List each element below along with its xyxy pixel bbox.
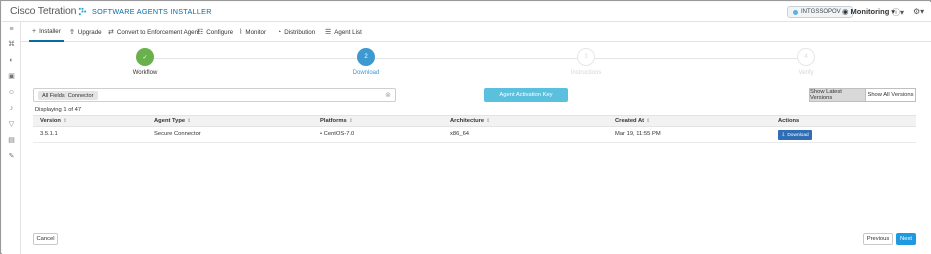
dashboard-icon[interactable]: ≡ (7, 25, 16, 34)
tab-label: Distribution (284, 28, 316, 36)
step-instructions-marker: 3 (577, 48, 595, 66)
tetration-logo-icon (79, 7, 87, 15)
tab-distribution[interactable]: ◔ Distribution (274, 22, 318, 42)
tab-upgrade[interactable]: ⇮ Upgrade (66, 22, 105, 42)
step-verify-label: Verify (798, 70, 814, 76)
filter-chip-field: All Fields (42, 92, 65, 99)
user-icon[interactable]: ☺ (7, 88, 16, 97)
table-header: Version ⇕ Agent Type ⇕ Platforms ⇕ Architec… (33, 115, 916, 127)
scope-status-icon (793, 9, 798, 15)
cell-agent-type: Secure Connector (154, 131, 201, 137)
step-number: 3 (584, 54, 588, 60)
tab-monitor[interactable]: ⌇ Monitor (236, 22, 269, 42)
filter-icon[interactable]: ▽ (7, 120, 16, 129)
cell-architecture: x86_64 (450, 131, 470, 137)
tab-label: Convert to Enforcement Agent (116, 28, 200, 36)
show-latest-versions-button[interactable]: Show Latest Versions (809, 88, 866, 102)
cell-platform: • CentOS-7.0 (320, 131, 355, 137)
pie-icon: ◔ (277, 28, 282, 36)
tab-configure[interactable]: ☷ Configure (194, 22, 236, 42)
column-header-agent-type[interactable]: Agent Type ⇕ (154, 118, 191, 124)
sort-icon: ⇕ (62, 118, 68, 124)
left-sidebar: ≡ ⌘ ◐ ▣ ☺ ♪ ▽ ▤ ✎ (2, 22, 21, 254)
show-all-versions-button[interactable]: Show All Versions (866, 88, 916, 102)
agent-activation-key-button[interactable]: Agent Activation Key (484, 88, 568, 102)
gear-icon[interactable]: ⚙▾ (913, 7, 924, 16)
wizard-progress-line (154, 58, 806, 59)
bell-icon[interactable]: ♪ (7, 104, 16, 113)
flow-icon[interactable]: ▣ (7, 72, 16, 81)
page-title: SOFTWARE AGENTS INSTALLER (92, 7, 212, 16)
tab-installer[interactable]: + Installer (29, 22, 64, 42)
sliders-icon: ☷ (197, 29, 204, 36)
installer-content: ✓ Workflow 2 Download 3 Instructions 4 V… (21, 42, 931, 254)
filter-chip[interactable]: All Fields Connector (38, 91, 98, 100)
installer-tabs: + Installer ⇮ Upgrade ⇄ Convert to Enfor… (21, 22, 931, 42)
sort-icon: ⇕ (348, 118, 353, 124)
sort-icon: ⇕ (187, 118, 192, 124)
pulse-icon: ⌇ (239, 29, 243, 36)
monitoring-menu[interactable]: ◉ Monitoring ▾ (842, 7, 895, 16)
step-number: 2 (364, 54, 368, 60)
sort-icon: ⇕ (486, 118, 491, 124)
logo-text: Cisco Tetration (10, 5, 77, 17)
step-workflow-marker[interactable]: ✓ (136, 48, 154, 66)
tab-label: Installer (39, 27, 61, 35)
download-button[interactable]: ⇩ Download (778, 130, 812, 140)
column-header-architecture[interactable]: Architecture ⇕ (450, 118, 490, 124)
tab-label: Agent List (334, 28, 362, 36)
column-header-version[interactable]: Version ⇕ (40, 118, 67, 124)
display-count: Displaying 1 of 47 (35, 107, 82, 113)
scope-label: INTGSSOPOV (801, 9, 841, 15)
wrench-icon[interactable]: ✎ (7, 152, 16, 161)
tab-label: Configure (206, 28, 234, 36)
tab-label: Upgrade (77, 28, 102, 36)
filter-chip-value: Connector (67, 92, 94, 99)
cisco-tetration-logo[interactable]: Cisco Tetration (10, 5, 87, 17)
filter-input[interactable]: All Fields Connector ⊗ (33, 88, 396, 102)
upgrade-icon: ⇮ (69, 29, 75, 36)
server-icon[interactable]: ▤ (7, 136, 16, 145)
shield-icon[interactable]: ◐ (7, 56, 16, 65)
sort-icon: ⇕ (646, 118, 651, 124)
step-download-label: Download (352, 70, 380, 76)
step-number: 4 (804, 54, 808, 60)
list-icon: ☰ (325, 29, 332, 36)
clear-filter-icon[interactable]: ⊗ (385, 91, 391, 99)
step-verify-marker: 4 (797, 48, 815, 66)
tab-agent-list[interactable]: ☰ Agent List (322, 22, 365, 42)
download-icon: ⇩ (781, 132, 786, 138)
check-icon: ✓ (142, 54, 148, 61)
question-circle-icon[interactable]: ⓘ▾ (892, 7, 904, 18)
column-header-actions: Actions (778, 118, 800, 124)
cell-version: 3.5.1.1 (40, 131, 58, 137)
column-header-created-at[interactable]: Created At ⇕ (615, 118, 650, 124)
table-row: 3.5.1.1 Secure Connector • CentOS-7.0 x8… (33, 127, 916, 143)
swap-icon: ⇄ (108, 29, 114, 36)
monitoring-label: Monitoring (850, 7, 890, 16)
bullet-icon: • (320, 131, 323, 137)
tab-convert-to-enforcement-agent[interactable]: ⇄ Convert to Enforcement Agent (105, 22, 203, 42)
plus-icon: + (32, 27, 37, 35)
next-button[interactable]: Next (896, 233, 916, 245)
topology-icon[interactable]: ⌘ (7, 40, 16, 49)
step-workflow-label: Workflow (132, 70, 158, 76)
step-instructions-label: Instructions (570, 70, 602, 76)
monitoring-icon: ◉ (842, 7, 849, 16)
app-window: Cisco Tetration SOFTWARE AGENTS INSTALLE… (0, 0, 931, 254)
cell-created-at: Mar 19, 11:55 PM (615, 131, 661, 137)
cancel-button[interactable]: Cancel (33, 233, 58, 245)
column-header-platforms[interactable]: Platforms ⇕ (320, 118, 353, 124)
tab-label: Monitor (245, 28, 267, 36)
previous-button[interactable]: Previous (863, 233, 893, 245)
step-download-marker[interactable]: 2 (357, 48, 375, 66)
top-bar: Cisco Tetration SOFTWARE AGENTS INSTALLE… (2, 2, 931, 22)
